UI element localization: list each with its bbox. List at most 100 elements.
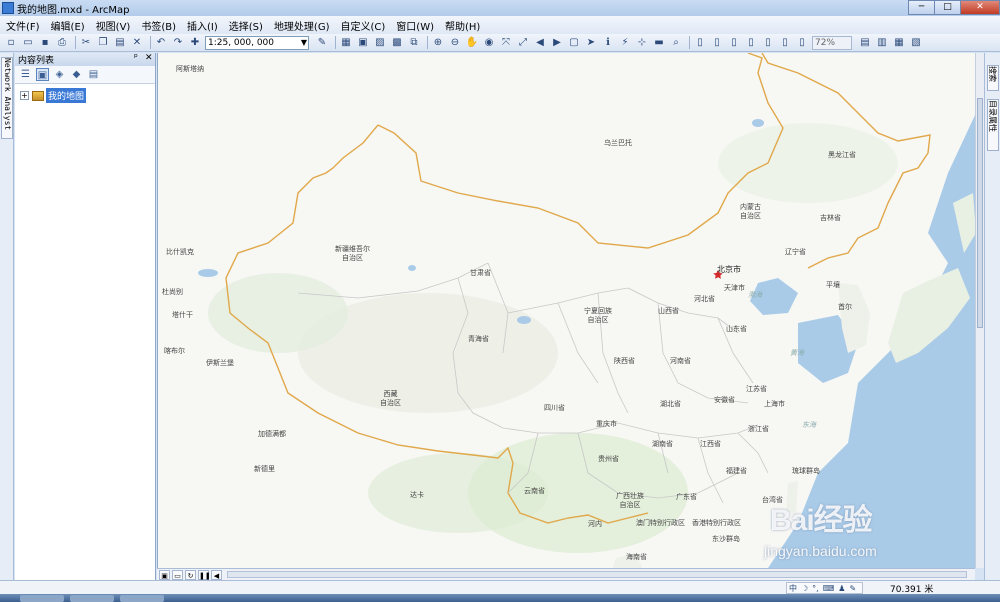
map-label-macau: 澳门特别行政区 [636,519,685,527]
identify-icon[interactable]: ℹ [601,36,615,49]
map-label-dongsha: 东沙群岛 [712,535,740,543]
menu-windows[interactable]: 窗口(W) [396,18,434,33]
editor-icon[interactable]: ✎ [315,36,329,49]
select-icon[interactable]: ➤ [584,36,598,49]
expand-icon[interactable]: + [20,91,29,100]
list-by-drawing-order-icon[interactable]: ☰ [19,68,32,81]
toc-options-icon[interactable]: ▤ [87,68,100,81]
menu-help[interactable]: 帮助(H) [445,18,480,33]
open-icon[interactable]: ▭ [21,36,35,49]
map-view[interactable]: 乌兰巴托 黑龙江省 内蒙古 自治区 吉林省 新疆维吾尔 自治区 比什凯克 辽宁省… [157,53,975,568]
pin-icon[interactable]: ᵖ [134,53,138,63]
data-view-icon[interactable]: ▣ [159,569,170,580]
layout-view-icon[interactable]: ▭ [172,569,183,580]
toolbar-separator [150,36,151,49]
list-by-selection-icon[interactable]: ◆ [70,68,83,81]
toc-map-row[interactable]: + 我的地图 [15,84,155,103]
layout-zoom-select[interactable]: 72% [812,35,852,50]
layout-view-icon[interactable]: ▧ [909,36,923,49]
new-icon[interactable]: ▫ [4,36,18,49]
menu-geoprocessing[interactable]: 地理处理(G) [274,18,330,33]
fixed-zoom-in-icon[interactable]: ⤧ [499,36,513,49]
forward-icon[interactable]: ▶ [550,36,564,49]
network-analyst-tab[interactable]: Network Analyst [1,57,13,139]
menu-selection[interactable]: 选择(S) [229,18,263,33]
menu-bar: 文件(F) 编辑(E) 视图(V) 书签(B) 插入(I) 选择(S) 地理处理… [0,16,1000,34]
layout-view-icon[interactable]: ▤ [858,36,872,49]
copy-icon[interactable]: ❐ [96,36,110,49]
list-by-source-icon[interactable]: ▣ [36,68,49,81]
layout-tool-icon[interactable]: ▯ [795,36,809,49]
close-button[interactable]: ✕ [960,0,1000,15]
hyperlink-icon[interactable]: ⚡ [618,36,632,49]
ruler-icon[interactable]: ▬ [652,36,666,49]
map-bottom-bar: ▣ ▭ ↻ ❚❚ ◀ [157,568,975,580]
ime-toolbar[interactable]: 中 ☽ °, ⌨ ♟ ✎ [786,582,864,594]
ime-punctuation[interactable]: °, [812,584,819,593]
layout-tool-icon[interactable]: ▯ [710,36,724,49]
menu-insert[interactable]: 插入(I) [187,18,218,33]
zoom-in-icon[interactable]: ⊕ [431,36,445,49]
paste-icon[interactable]: ▤ [113,36,127,49]
fixed-zoom-out-icon[interactable]: ⤢ [516,36,530,49]
find-icon[interactable]: ⌕ [669,36,683,49]
redo-icon[interactable]: ↷ [171,36,185,49]
baidu-watermark: Bai经验 jingyan.baidu.com [762,493,962,565]
ime-tool-icon[interactable]: ✎ [849,584,856,593]
maximize-button[interactable]: □ [934,0,961,15]
print-icon[interactable]: ⎙ [55,36,69,49]
select-elements-icon[interactable]: ▢ [567,36,581,49]
cut-icon[interactable]: ✂ [79,36,93,49]
undo-icon[interactable]: ↶ [154,36,168,49]
ime-moon-icon[interactable]: ☽ [801,584,808,593]
layout-view-icon[interactable]: ▦ [892,36,906,49]
taskbar-button[interactable] [70,595,114,602]
layout-tool-icon[interactable]: ▯ [778,36,792,49]
data-frame-name[interactable]: 我的地图 [46,88,87,103]
taskbar-button[interactable] [20,595,64,602]
measure-icon[interactable]: ⊹ [635,36,649,49]
map-scale-select[interactable]: 1:25, 000, 000 ▼ [205,35,309,50]
save-icon[interactable]: ▪ [38,36,52,49]
taskbar-button[interactable] [120,595,164,602]
toolbox-icon[interactable]: ▨ [373,36,387,49]
back-icon[interactable]: ◀ [533,36,547,49]
table-icon[interactable]: ▦ [339,36,353,49]
list-by-visibility-icon[interactable]: ◈ [53,68,66,81]
catalog-tab[interactable]: 目录属性 [987,99,999,151]
map-vertical-scrollbar[interactable] [975,53,984,568]
map-label-guizhou: 贵州省 [598,455,619,463]
toolbar-separator [335,36,336,49]
vertical-scroll-thumb[interactable] [977,98,983,328]
delete-icon[interactable]: ✕ [130,36,144,49]
model-icon[interactable]: ⧉ [407,36,421,49]
horizontal-scroll-thumb[interactable] [227,571,967,578]
layout-tool-icon[interactable]: ▯ [761,36,775,49]
menu-edit[interactable]: 编辑(E) [51,18,85,33]
minimize-button[interactable]: ─ [908,0,935,15]
horizontal-scrollbar[interactable] [227,571,967,579]
keyboard-icon[interactable]: ⌨ [823,584,835,593]
layout-tool-icon[interactable]: ▯ [727,36,741,49]
pan-icon[interactable]: ✋ [465,36,479,49]
menu-view[interactable]: 视图(V) [96,18,131,33]
menu-file[interactable]: 文件(F) [6,18,40,33]
layout-tool-icon[interactable]: ▯ [693,36,707,49]
menu-customize[interactable]: 自定义(C) [341,18,386,33]
ime-mode[interactable]: 中 [789,583,797,594]
refresh-icon[interactable]: ↻ [185,569,196,580]
menu-bookmarks[interactable]: 书签(B) [141,18,176,33]
catalog-icon[interactable]: ▣ [356,36,370,49]
pause-icon[interactable]: ❚❚ [198,569,211,580]
toc-close-button[interactable]: ✕ [145,53,153,63]
zoom-out-icon[interactable]: ⊖ [448,36,462,49]
scroll-left-icon[interactable]: ◀ [211,569,222,580]
search-tab[interactable]: 搜索 [987,65,999,91]
add-data-icon[interactable]: ✚ [188,36,202,49]
python-icon[interactable]: ▩ [390,36,404,49]
chevron-down-icon: ▼ [300,37,307,47]
ime-user-icon[interactable]: ♟ [838,584,845,593]
layout-tool-icon[interactable]: ▯ [744,36,758,49]
layout-view-icon[interactable]: ▥ [875,36,889,49]
full-extent-icon[interactable]: ◉ [482,36,496,49]
